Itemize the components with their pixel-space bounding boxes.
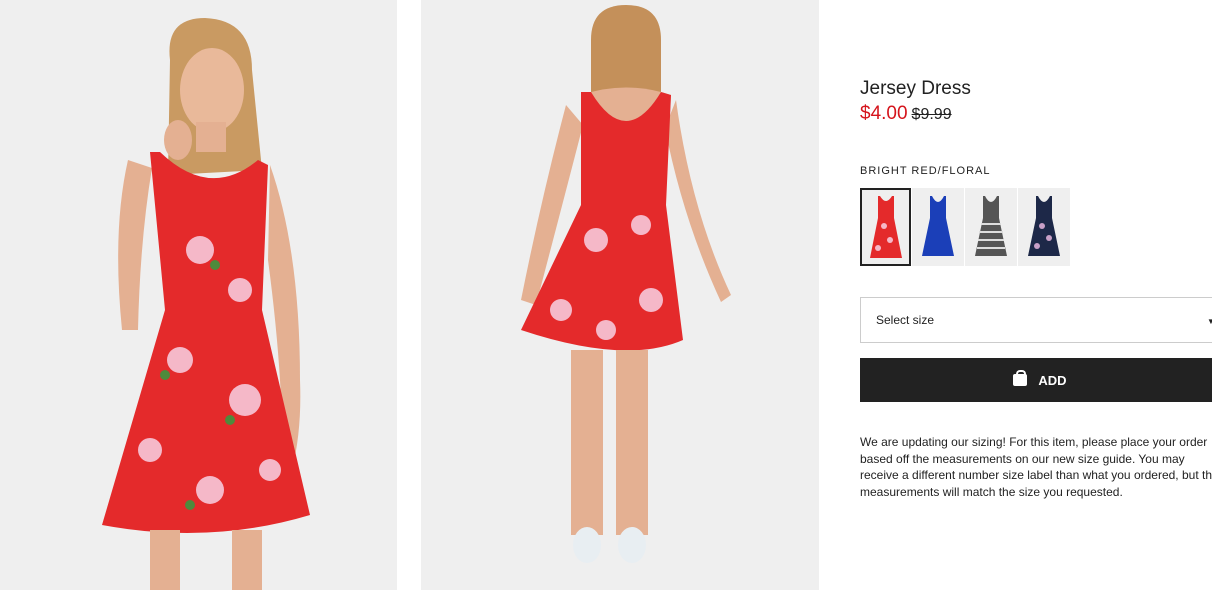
product-image-back[interactable]	[421, 0, 819, 590]
bag-icon	[1013, 370, 1028, 386]
product-title: Jersey Dress	[860, 78, 971, 99]
swatch-blue-dress-image	[922, 196, 954, 256]
size-select[interactable]: Select size ▼	[860, 297, 1212, 343]
product-image-front[interactable]	[0, 0, 397, 590]
add-button-label: ADD	[1038, 372, 1067, 388]
swatch-black-white-stripe[interactable]	[965, 188, 1017, 266]
color-swatches	[860, 188, 1070, 266]
swatch-navy-floral[interactable]	[1018, 188, 1070, 266]
swatch-red-floral[interactable]	[860, 188, 911, 266]
sizing-notice: We are updating our sizing! For this ite…	[860, 435, 1212, 499]
swatch-blue[interactable]	[912, 188, 964, 266]
price-row: $4.00 $9.99	[860, 103, 952, 125]
product-info-panel: Jersey Dress $4.00 $9.99 BRIGHT RED/FLORA…	[860, 0, 1212, 590]
model-back-figure	[521, 5, 731, 563]
swatch-navy-floral-dress-image	[1028, 196, 1060, 256]
color-name-label: BRIGHT RED/FLORAL	[860, 165, 991, 177]
model-front-figure	[102, 18, 310, 590]
sale-price: $4.00	[860, 103, 908, 124]
add-to-bag-button[interactable]: ADD	[860, 358, 1212, 402]
swatch-striped-dress-image	[975, 196, 1007, 256]
chevron-down-icon: ▼	[1207, 317, 1212, 326]
original-price: $9.99	[911, 106, 952, 123]
size-select-label: Select size	[876, 313, 935, 327]
swatch-red-floral-dress-image	[869, 196, 902, 258]
